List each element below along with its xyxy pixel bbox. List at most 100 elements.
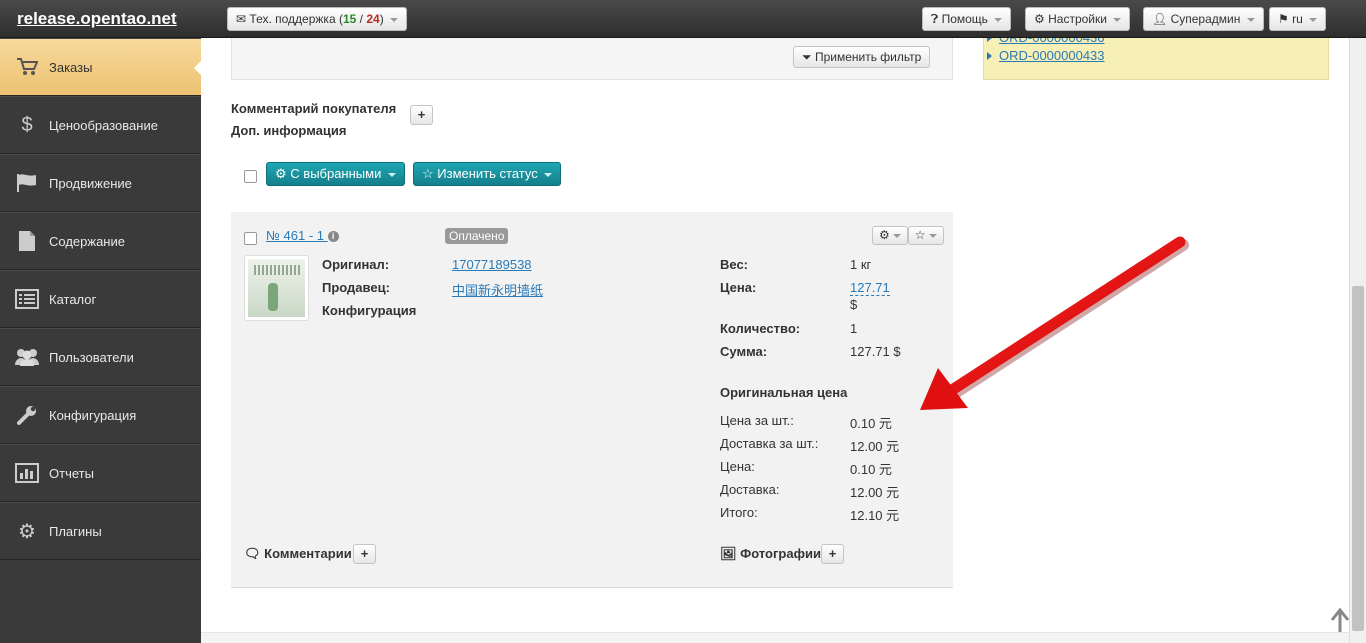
order-number: № 461 - 1 <box>266 228 325 243</box>
chevron-down-icon <box>387 172 396 177</box>
gear-icon: ⚙ <box>879 228 890 242</box>
orig-price-label: Цена: <box>720 459 755 474</box>
sidebar-item-pricing[interactable]: $ Ценообразование <box>0 96 201 154</box>
filter-panel: ⏷ Применить фильтр <box>231 38 953 80</box>
cogs-icon: ⚙ <box>1034 12 1045 26</box>
product-image <box>248 259 305 317</box>
with-selected-label: С выбранными <box>290 166 382 181</box>
comments-icon: 🗨︎ <box>244 546 261 561</box>
sidebar: Заказы $ Ценообразование Продвижение Сод… <box>0 38 202 643</box>
sidebar-item-label: Содержание <box>49 233 125 249</box>
language-button[interactable]: ⚑ ru <box>1269 7 1327 31</box>
star-icon: ☆ <box>422 166 434 181</box>
footer-divider <box>201 632 1349 643</box>
user-icon: 👤︎ <box>1152 12 1168 26</box>
add-comment-button[interactable]: + <box>410 105 433 125</box>
user-menu-button[interactable]: 👤︎ Суперадмин <box>1143 7 1264 31</box>
quantity-label: Количество: <box>720 321 801 336</box>
chevron-down-icon <box>390 17 399 22</box>
buyer-comment-label: Комментарий покупателя <box>231 101 397 116</box>
apply-filter-button[interactable]: ⏷ Применить фильтр <box>793 46 931 68</box>
chart-icon <box>14 460 40 486</box>
price-label: Цена: <box>720 280 757 295</box>
price-currency: $ <box>850 297 858 312</box>
support-count-open: 15 <box>342 12 357 26</box>
chevron-down-icon <box>994 17 1003 22</box>
support-button[interactable]: ✉ Тех. поддержка (15 / 24) <box>227 7 408 31</box>
envelope-icon: ✉ <box>236 12 247 26</box>
gear-icon: ⚙ <box>275 166 287 181</box>
recent-orders-panel: ORD-0000000436 ORD-0000000433 <box>983 30 1329 80</box>
filter-icon: ⏷ <box>802 50 812 64</box>
shipping-label: Доставка: <box>720 482 780 497</box>
language-label: ru <box>1292 12 1303 26</box>
apply-filter-label: Применить фильтр <box>814 50 922 64</box>
recent-order-link[interactable]: ORD-0000000433 <box>987 48 1105 63</box>
settings-label: Настройки <box>1048 12 1107 26</box>
document-icon <box>14 228 40 254</box>
sidebar-item-users[interactable]: Пользователи <box>0 328 201 386</box>
sidebar-item-label: Заказы <box>49 59 93 75</box>
dollar-icon: $ <box>21 113 33 136</box>
sidebar-item-label: Пользователи <box>49 349 134 365</box>
price-field[interactable]: 127.71 <box>850 280 890 296</box>
brand-link[interactable]: release.opentao.net <box>17 9 177 29</box>
sidebar-item-plugins[interactable]: ⚙ Плагины <box>0 502 201 560</box>
shipping-value: 12.00 元 <box>850 485 900 500</box>
help-button[interactable]: ❓︎ Помощь <box>922 7 1012 31</box>
add-line-comment-button[interactable]: + <box>353 544 376 564</box>
sidebar-item-label: Плагины <box>49 523 102 539</box>
sidebar-item-configuration[interactable]: Конфигурация <box>0 386 201 444</box>
sidebar-item-label: Ценообразование <box>49 117 158 133</box>
info-icon[interactable]: i <box>327 231 339 243</box>
plus-icon: + <box>828 546 837 561</box>
product-thumbnail[interactable] <box>244 255 309 321</box>
chevron-down-icon <box>1309 17 1318 22</box>
comments-section-label: 🗨︎ Комментарии <box>244 546 352 562</box>
select-all-checkbox[interactable] <box>244 170 257 183</box>
order-line-card: № 461 - 1 i Оплачено ⚙ ☆ Оригинал: 17077… <box>231 212 953 588</box>
quantity-value: 1 <box>850 321 858 336</box>
flag-icon: ⚑ <box>1278 12 1289 26</box>
wrench-icon <box>14 402 40 428</box>
total-value: 12.10 元 <box>850 508 900 523</box>
total-label: Итого: <box>720 505 758 520</box>
orig-price-value: 0.10 元 <box>850 462 892 477</box>
original-item-link[interactable]: 17077189538 <box>452 257 532 272</box>
annotation-arrow <box>920 236 1189 410</box>
flag-icon <box>14 170 40 196</box>
weight-label: Вес: <box>720 257 749 272</box>
order-line-checkbox[interactable] <box>244 232 257 245</box>
sidebar-item-content[interactable]: Содержание <box>0 212 201 270</box>
sidebar-item-orders[interactable]: Заказы <box>0 38 202 96</box>
unit-shipping-value: 12.00 元 <box>850 439 900 454</box>
seller-link[interactable]: 中国新永明墙纸 <box>452 280 543 299</box>
sidebar-item-promotion[interactable]: Продвижение <box>0 154 201 212</box>
original-price-heading: Оригинальная цена <box>720 385 848 400</box>
sidebar-item-reports[interactable]: Отчеты <box>0 444 201 502</box>
weight-value: 1 кг <box>850 257 872 272</box>
with-selected-button[interactable]: ⚙ С выбранными <box>266 162 405 186</box>
change-status-button[interactable]: ☆ Изменить статус <box>413 162 562 186</box>
sidebar-item-label: Каталог <box>49 291 97 307</box>
sum-value: 127.71 $ <box>850 344 901 359</box>
sidebar-item-catalog[interactable]: Каталог <box>0 270 201 328</box>
help-label: Помощь <box>941 12 988 26</box>
photos-label: Фотографии <box>740 546 821 561</box>
price-value[interactable]: 127.71 <box>850 280 890 296</box>
order-number-link[interactable]: № 461 - 1 i <box>266 228 339 243</box>
sidebar-item-label: Отчеты <box>49 465 94 481</box>
extra-info-label: Доп. информация <box>231 123 347 138</box>
cart-icon <box>14 54 40 80</box>
sidebar-item-label: Конфигурация <box>49 407 137 423</box>
scrollbar-thumb[interactable] <box>1352 286 1364 631</box>
support-label-close: ) <box>379 12 384 26</box>
add-photo-button[interactable]: + <box>821 544 844 564</box>
settings-button[interactable]: ⚙ Настройки <box>1025 7 1131 31</box>
support-label: Тех. поддержка ( <box>249 12 343 26</box>
page-scrollbar[interactable] <box>1349 38 1366 643</box>
status-badge: Оплачено <box>445 228 509 244</box>
sum-label: Сумма: <box>720 344 768 359</box>
change-status-label: Изменить статус <box>437 166 538 181</box>
chevron-down-icon <box>1246 17 1255 22</box>
